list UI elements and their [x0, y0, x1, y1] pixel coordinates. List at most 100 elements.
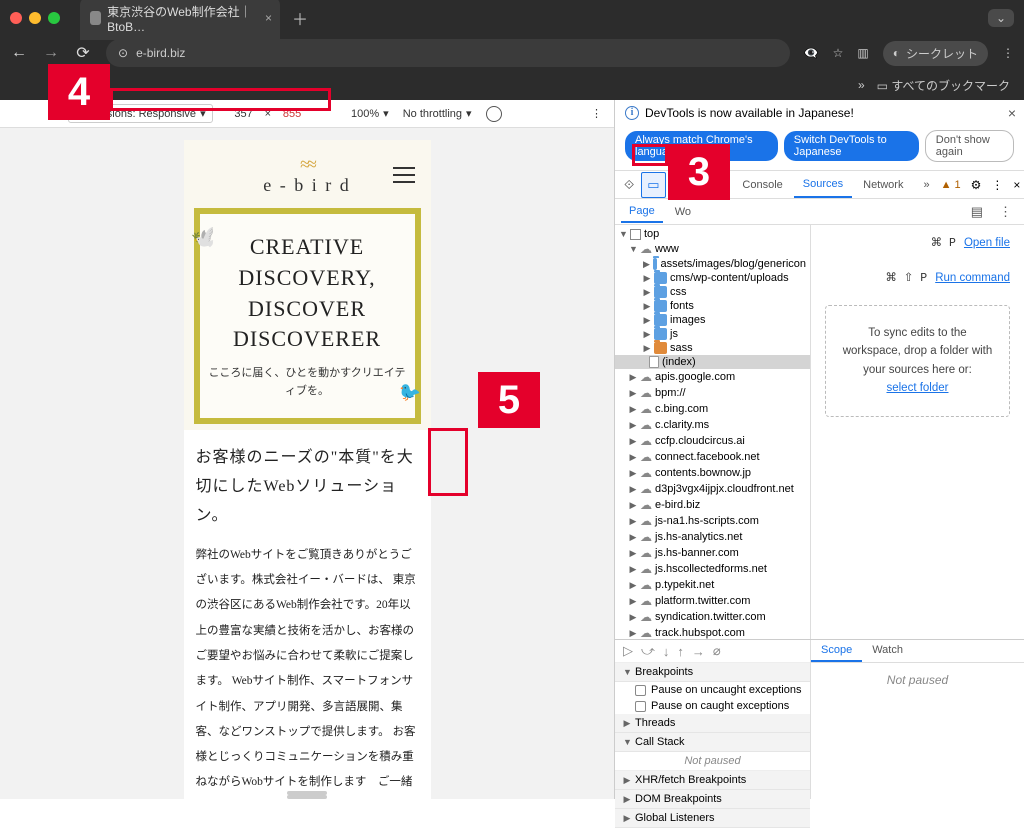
- select-folder-link[interactable]: select folder: [886, 382, 948, 394]
- tree-domain[interactable]: ▶☁ccfp.cloudcircus.ai: [615, 433, 810, 449]
- page-preview[interactable]: ≈≈ e - b i r d 🕊️ CREATIVE DISCOVERY, DI…: [184, 140, 431, 799]
- cloud-icon: ☁: [640, 434, 652, 448]
- switch-language-button[interactable]: Switch DevTools to Japanese: [784, 131, 919, 161]
- browser-tab[interactable]: 東京渋谷のWeb制作会社｜BtoB… ×: [80, 0, 280, 40]
- forward-button[interactable]: →: [42, 44, 60, 62]
- reload-button[interactable]: ⟳: [74, 43, 92, 63]
- cloud-icon: ☁: [640, 594, 652, 608]
- close-devtools-icon[interactable]: ×: [1013, 178, 1020, 192]
- bookmark-star-icon[interactable]: ☆: [833, 46, 844, 60]
- pause-uncaught-checkbox[interactable]: Pause on uncaught exceptions: [615, 682, 810, 698]
- tree-folder[interactable]: ▶css: [615, 285, 810, 299]
- folder-icon: [654, 272, 667, 284]
- subtab-workspace[interactable]: Wo: [667, 202, 699, 222]
- resume-icon[interactable]: ▷: [623, 643, 633, 659]
- pause-caught-checkbox[interactable]: Pause on caught exceptions: [615, 698, 810, 714]
- open-file-link[interactable]: Open file: [964, 237, 1010, 249]
- step-icon[interactable]: →: [692, 644, 705, 659]
- gear-icon[interactable]: ⚙: [971, 178, 982, 192]
- side-panel-icon[interactable]: ▥: [857, 46, 868, 60]
- tab-sources[interactable]: Sources: [794, 172, 852, 198]
- tab-console[interactable]: Console: [733, 173, 791, 197]
- rotate-icon[interactable]: [486, 106, 502, 122]
- tree-folder[interactable]: ▶assets/images/blog/genericon: [615, 257, 810, 271]
- section-xhr-bp[interactable]: ▶XHR/fetch Breakpoints: [615, 771, 810, 790]
- close-tab-icon[interactable]: ×: [265, 11, 272, 25]
- group-by-icon[interactable]: ▤: [965, 202, 989, 222]
- tab-network[interactable]: Network: [854, 173, 912, 197]
- tree-folder[interactable]: ▶cms/wp-content/uploads: [615, 271, 810, 285]
- device-toolbar-toggle-icon[interactable]: ▭: [641, 172, 665, 198]
- tab-watch[interactable]: Watch: [862, 640, 913, 662]
- device-more-icon[interactable]: ⋮: [591, 107, 600, 120]
- tree-host[interactable]: ▼☁www: [615, 241, 810, 257]
- tree-domain[interactable]: ▶☁d3pj3vgx4ijpjx.cloudfront.net: [615, 481, 810, 497]
- inspect-element-icon[interactable]: ⟐: [619, 173, 639, 197]
- chrome-menu-icon[interactable]: ⋮: [1002, 46, 1014, 60]
- tree-domain[interactable]: ▶☁bpm://: [615, 385, 810, 401]
- incognito-badge[interactable]: ◐ シークレット: [883, 41, 988, 66]
- devtools-menu-icon[interactable]: ⋮: [991, 178, 1003, 192]
- tree-domain[interactable]: ▶☁platform.twitter.com: [615, 593, 810, 609]
- tree-domain[interactable]: ▶☁js.hs-analytics.net: [615, 529, 810, 545]
- warnings-badge[interactable]: ▲1: [941, 179, 961, 191]
- tree-folder[interactable]: ▶fonts: [615, 299, 810, 313]
- tree-domain[interactable]: ▶☁js-na1.hs-scripts.com: [615, 513, 810, 529]
- tree-domain[interactable]: ▶☁syndication.twitter.com: [615, 609, 810, 625]
- zoom-dropdown[interactable]: 100%▾: [351, 107, 389, 120]
- section-breakpoints[interactable]: ▼Breakpoints: [615, 663, 810, 682]
- throttling-dropdown[interactable]: No throttling▾: [403, 107, 472, 120]
- tree-domain[interactable]: ▶☁e-bird.biz: [615, 497, 810, 513]
- tree-domain[interactable]: ▶☁track.hubspot.com: [615, 625, 810, 639]
- tree-domain[interactable]: ▶☁apis.google.com: [615, 369, 810, 385]
- section-threads[interactable]: ▶Threads: [615, 714, 810, 733]
- new-tab-button[interactable]: ＋: [288, 2, 312, 34]
- resize-handle-bottom[interactable]: [287, 791, 327, 795]
- workspace-drop-zone[interactable]: To sync edits to the workspace, drop a f…: [825, 305, 1010, 417]
- tab-scope[interactable]: Scope: [811, 640, 862, 662]
- tree-domain[interactable]: ▶☁c.bing.com: [615, 401, 810, 417]
- tree-domain[interactable]: ▶☁p.typekit.net: [615, 577, 810, 593]
- file-tree[interactable]: ▼top ▼☁www ▶assets/images/blog/genericon…: [615, 225, 811, 639]
- tree-domain[interactable]: ▶☁connect.facebook.net: [615, 449, 810, 465]
- section-callstack[interactable]: ▼Call Stack: [615, 733, 810, 752]
- cloud-icon: ☁: [640, 562, 652, 576]
- bookmarks-overflow-icon[interactable]: »: [858, 78, 865, 92]
- tree-folder[interactable]: ▶images: [615, 313, 810, 327]
- tabs-dropdown-button[interactable]: ⌄: [988, 9, 1014, 27]
- tree-domain[interactable]: ▶☁js.hscollectedforms.net: [615, 561, 810, 577]
- section-global-listeners[interactable]: ▶Global Listeners: [615, 809, 810, 828]
- minimize-window-icon[interactable]: [29, 12, 41, 24]
- site-logo[interactable]: ≈≈ e - b i r d: [222, 154, 393, 196]
- step-over-icon[interactable]: ⤻: [641, 643, 655, 659]
- debugger-sections: ▷ ⤻ ↓ ↑ → ⌀ ▼Breakpoints Pause on uncaug…: [615, 640, 811, 799]
- hamburger-menu-icon[interactable]: [393, 162, 415, 188]
- tabs-overflow-icon[interactable]: »: [914, 173, 938, 197]
- tree-domain[interactable]: ▶☁js.hs-banner.com: [615, 545, 810, 561]
- close-window-icon[interactable]: [10, 12, 22, 24]
- fullscreen-window-icon[interactable]: [48, 12, 60, 24]
- site-info-icon[interactable]: ⊙: [118, 46, 128, 60]
- tree-domain[interactable]: ▶☁contents.bownow.jp: [615, 465, 810, 481]
- step-out-icon[interactable]: ↑: [677, 644, 684, 659]
- address-bar[interactable]: ⊙ e-bird.biz: [106, 39, 790, 67]
- dont-show-button[interactable]: Don't show again: [925, 130, 1014, 162]
- step-into-icon[interactable]: ↓: [663, 644, 670, 659]
- scope-watch-panel: Scope Watch Not paused: [811, 640, 1024, 799]
- tree-file-index[interactable]: (index): [615, 355, 810, 369]
- subtab-page[interactable]: Page: [621, 201, 663, 223]
- tree-folder[interactable]: ▶js: [615, 327, 810, 341]
- tree-domain[interactable]: ▶☁c.clarity.ms: [615, 417, 810, 433]
- tree-folder-sass[interactable]: ▶sass: [615, 341, 810, 355]
- all-bookmarks-button[interactable]: ▭ すべてのブックマーク: [877, 77, 1010, 94]
- sources-more-icon[interactable]: ⋮: [993, 202, 1018, 222]
- page-body: お客様のニーズの"本質"を大切にしたWebソリューション。 弊社のWebサイトを…: [184, 430, 431, 799]
- deactivate-bp-icon[interactable]: ⌀: [713, 643, 721, 659]
- tree-top[interactable]: ▼top: [615, 227, 810, 241]
- section-dom-bp[interactable]: ▶DOM Breakpoints: [615, 790, 810, 809]
- back-button[interactable]: ←: [10, 44, 28, 62]
- close-icon[interactable]: ×: [1008, 105, 1016, 121]
- eye-off-icon[interactable]: 👁‍🗨: [804, 46, 819, 60]
- cloud-icon: ☁: [640, 370, 652, 384]
- run-command-link[interactable]: Run command: [935, 272, 1010, 284]
